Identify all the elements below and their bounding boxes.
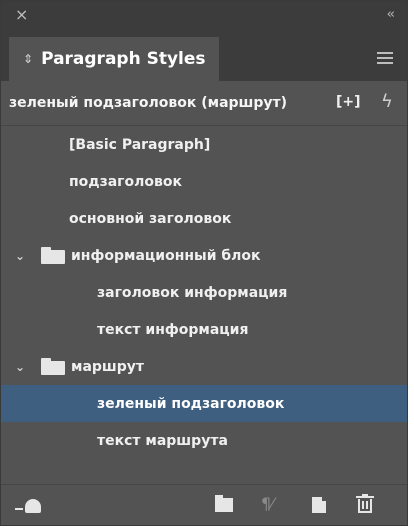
folder-icon bbox=[41, 247, 65, 264]
style-item-basic-paragraph[interactable]: [Basic Paragraph] bbox=[1, 126, 407, 163]
delete-icon[interactable] bbox=[356, 494, 374, 514]
chevron-down-icon[interactable]: ⌄ bbox=[15, 360, 25, 374]
styles-list: [Basic Paragraph] подзаголовок основной … bbox=[1, 126, 407, 459]
current-style-label: зеленый подзаголовок (маршрут) bbox=[9, 95, 288, 111]
style-item-info-text[interactable]: текст информация bbox=[1, 311, 407, 348]
style-item-subheading[interactable]: подзаголовок bbox=[1, 163, 407, 200]
style-group-route[interactable]: ⌄ маршрут bbox=[1, 348, 407, 385]
style-label: текст маршрута bbox=[97, 432, 228, 449]
style-item-main-heading[interactable]: основной заголовок bbox=[1, 200, 407, 237]
style-item-green-subheading[interactable]: зеленый подзаголовок bbox=[1, 385, 407, 422]
cloud-library-icon[interactable] bbox=[15, 499, 45, 513]
style-label: [Basic Paragraph] bbox=[69, 136, 211, 153]
panel-tab-row: ⇕ Paragraph Styles bbox=[1, 31, 407, 81]
style-label: текст информация bbox=[97, 321, 249, 338]
style-label: зеленый подзаголовок bbox=[97, 395, 285, 412]
group-label: маршрут bbox=[71, 358, 145, 375]
create-style-from-selection-icon[interactable]: [+] bbox=[336, 93, 361, 111]
panel-title-bar: × ‹‹ bbox=[1, 1, 407, 31]
style-label: подзаголовок bbox=[69, 173, 182, 190]
folder-icon bbox=[41, 358, 65, 375]
chevron-down-icon[interactable]: ⌄ bbox=[15, 249, 25, 263]
close-icon[interactable]: × bbox=[15, 6, 28, 24]
panel-footer: ¶⁄ bbox=[1, 484, 407, 525]
panel-menu-icon[interactable] bbox=[377, 52, 393, 64]
style-label: основной заголовок bbox=[69, 210, 232, 227]
collapse-icon[interactable]: ‹‹ bbox=[387, 7, 396, 23]
new-style-icon[interactable] bbox=[312, 496, 327, 513]
group-label: информационный блок bbox=[71, 247, 261, 264]
style-label: заголовок информация bbox=[97, 284, 288, 301]
paragraph-styles-panel: × ‹‹ ⇕ Paragraph Styles зеленый подзагол… bbox=[0, 0, 408, 526]
tab-arrows-icon: ⇕ bbox=[23, 52, 34, 66]
clear-overrides-icon[interactable]: ¶⁄ bbox=[261, 494, 274, 513]
tab-paragraph-styles[interactable]: ⇕ Paragraph Styles bbox=[9, 37, 219, 81]
style-group-info-block[interactable]: ⌄ информационный блок bbox=[1, 237, 407, 274]
style-item-info-heading[interactable]: заголовок информация bbox=[1, 274, 407, 311]
new-group-icon[interactable] bbox=[215, 495, 233, 512]
current-style-bar: зеленый подзаголовок (маршрут) [+] ϟ bbox=[1, 89, 407, 117]
style-item-route-text[interactable]: текст маршрута bbox=[1, 422, 407, 459]
quick-apply-icon[interactable]: ϟ bbox=[381, 91, 393, 113]
tab-title: Paragraph Styles bbox=[41, 49, 206, 69]
